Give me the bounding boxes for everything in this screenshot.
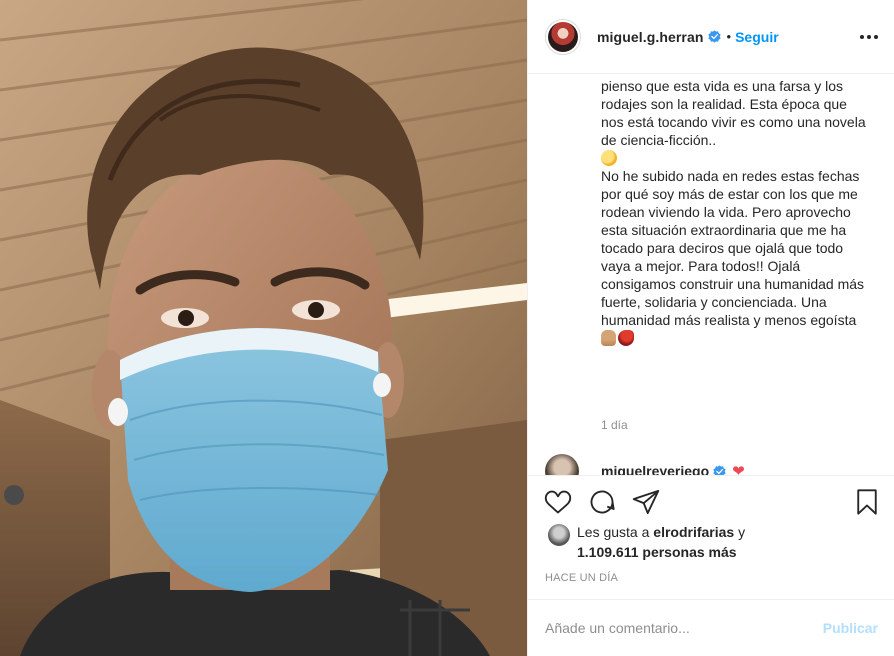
header-separator: • bbox=[726, 29, 732, 44]
verified-badge-icon bbox=[707, 30, 721, 43]
post-timestamp[interactable]: Hace un día bbox=[545, 572, 618, 584]
post-side-panel: miguel.g.herran • Seguir contacto direct… bbox=[527, 0, 894, 656]
thinking-face-icon bbox=[601, 150, 617, 166]
share-send-icon[interactable] bbox=[632, 488, 660, 516]
likes-text: Les gusta a elrodrifarias y 1.109.611 pe… bbox=[577, 522, 745, 562]
raised-hand-icon bbox=[601, 330, 616, 346]
author-avatar[interactable] bbox=[545, 18, 581, 55]
liker-username[interactable]: elrodrifarias bbox=[653, 524, 734, 540]
caption-area[interactable]: contacto directo con un infectado.. a ra… bbox=[528, 75, 894, 475]
save-bookmark-icon[interactable] bbox=[853, 488, 881, 516]
likes-summary: Les gusta a elrodrifarias y 1.109.611 pe… bbox=[548, 522, 745, 562]
commenter-username[interactable]: miguelreyeriego bbox=[601, 463, 709, 475]
likes-conjunction: y bbox=[738, 524, 746, 540]
instagram-post: miguel.g.herran • Seguir contacto direct… bbox=[0, 0, 894, 656]
comment-bubble-icon[interactable] bbox=[588, 488, 616, 516]
more-options-icon[interactable] bbox=[860, 27, 878, 47]
caption-text: contacto directo con un infectado.. a ra… bbox=[601, 75, 871, 347]
selfie-image bbox=[0, 0, 527, 656]
caption-text-part2: No he subido nada en redes estas fechas … bbox=[601, 168, 865, 328]
post-header: miguel.g.herran • Seguir bbox=[528, 0, 894, 74]
likes-count[interactable]: 1.109.611 personas más bbox=[577, 544, 737, 560]
parrot-icon bbox=[618, 330, 634, 346]
comment-item: miguelreyeriego ❤ bbox=[545, 454, 745, 475]
verified-badge-icon bbox=[713, 464, 726, 475]
caption-time[interactable]: 1 día bbox=[601, 418, 628, 432]
comment-input[interactable] bbox=[545, 620, 823, 636]
post-photo[interactable] bbox=[0, 0, 527, 656]
likes-prefix: Les gusta a bbox=[577, 524, 650, 540]
commenter-avatar[interactable] bbox=[545, 454, 579, 475]
publish-button[interactable]: Publicar bbox=[823, 620, 878, 636]
like-heart-icon[interactable] bbox=[544, 488, 572, 516]
liker-avatar[interactable] bbox=[548, 524, 570, 546]
add-comment-form: Publicar bbox=[528, 599, 894, 656]
red-heart-emoji-icon: ❤ bbox=[732, 463, 745, 475]
author-username[interactable]: miguel.g.herran bbox=[597, 29, 704, 45]
caption-text-part1: contacto directo con un infectado.. a ra… bbox=[601, 75, 866, 148]
action-bar bbox=[528, 475, 894, 515]
follow-button[interactable]: Seguir bbox=[735, 29, 779, 45]
